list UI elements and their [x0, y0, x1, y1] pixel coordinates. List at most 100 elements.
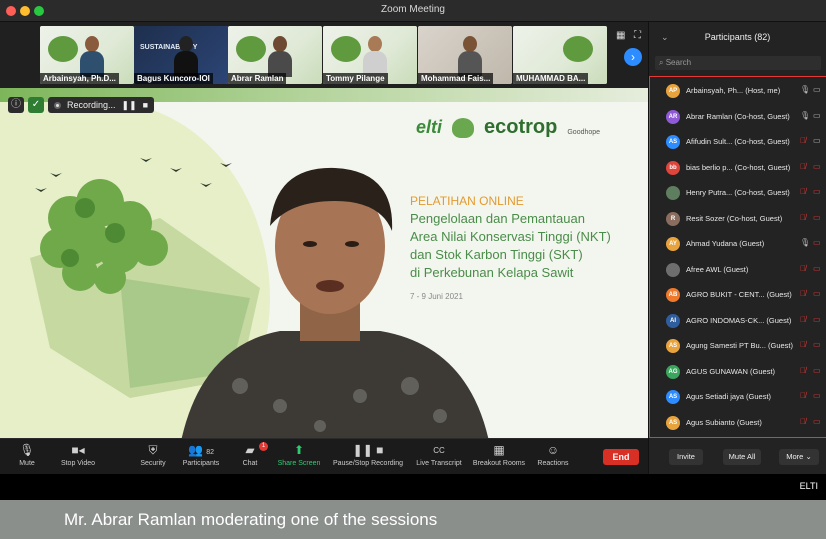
microphone-muted-icon[interactable]: 🎙̸	[800, 213, 806, 222]
microphone-muted-icon[interactable]: 🎙̸	[800, 340, 806, 349]
participants-search-input[interactable]: ⌕ Search	[655, 56, 821, 70]
mute-button[interactable]: 🎙 Mute	[14, 443, 40, 467]
thumbnail-video[interactable]: MUHAMMAD BA...	[513, 26, 607, 84]
participant-row[interactable]: bb bias berlio p... (Co-host, Guest) 🎙̸ ▭	[650, 156, 826, 181]
participant-row[interactable]: AI AGRO INDOMAS-CK... (Guest) 🎙̸ ▭	[650, 309, 826, 334]
participant-row[interactable]: AR Abrar Ramlan (Co-host, Guest) 🎙 ▭	[650, 105, 826, 130]
thumbnail-video[interactable]: Mohammad Fais...	[418, 26, 512, 84]
participants-list: AP Arbainsyah, Ph... (Host, me) 🎙 ▭ AR Abrar …	[649, 76, 826, 438]
window-title: Zoom Meeting	[381, 4, 445, 15]
participant-row[interactable]: Henry Putra... (Co-host, Guest) 🎙̸ ▭	[650, 181, 826, 206]
participants-button[interactable]: 👥 82 Participants	[178, 443, 224, 467]
microphone-muted-icon[interactable]: 🎙̸	[800, 391, 806, 400]
video-off-icon[interactable]: ▭	[813, 162, 821, 171]
video-off-icon[interactable]: ▭	[813, 391, 821, 400]
microphone-muted-icon[interactable]: 🎙̸	[800, 264, 806, 273]
live-transcript-button[interactable]: CC Live Transcript	[412, 443, 466, 467]
participant-name: Afree AWL (Guest)	[686, 264, 749, 274]
video-off-icon[interactable]: ▭	[813, 340, 821, 349]
participant-row[interactable]: Afree AWL (Guest) 🎙̸ ▭	[650, 258, 826, 283]
invite-button[interactable]: Invite	[669, 449, 703, 465]
video-camera-icon[interactable]: ▭	[813, 85, 821, 94]
microphone-muted-icon[interactable]: 🎙̸	[800, 136, 806, 145]
video-camera-icon[interactable]: ▭	[813, 136, 821, 145]
microphone-muted-icon[interactable]: 🎙̸	[800, 289, 806, 298]
mute-all-button[interactable]: Mute All	[723, 449, 761, 465]
shield-icon[interactable]: ✓	[28, 97, 44, 113]
thumbnail-video[interactable]: Arbainsyah, Ph.D...	[40, 26, 134, 84]
microphone-icon[interactable]: 🎙	[800, 238, 810, 247]
recording-indicator: ⓘ ✓ Recording... ❚❚ ■	[8, 96, 155, 114]
participant-name: Agus Setiadi jaya (Guest)	[686, 392, 772, 401]
grid-view-icon[interactable]: ▦	[616, 30, 625, 41]
recording-status: Recording... ❚❚ ■	[48, 97, 155, 113]
microphone-muted-icon[interactable]: 🎙̸	[800, 187, 806, 196]
participant-row[interactable]: AP Arbainsyah, Ph... (Host, me) 🎙 ▭	[650, 79, 826, 104]
avatar: AS	[666, 390, 680, 404]
stop-recording-icon[interactable]: ■	[143, 97, 148, 113]
avatar: AG	[666, 364, 680, 379]
participants-count: 82	[206, 449, 215, 456]
chat-button[interactable]: ▰ 1 Chat	[238, 442, 268, 467]
breakout-rooms-button[interactable]: ▦ Breakout Rooms	[470, 443, 528, 467]
participant-row[interactable]: R Resit Sozer (Co-host, Guest) 🎙̸ ▭	[650, 207, 826, 232]
reactions-button[interactable]: ☺ Reactions	[534, 443, 572, 467]
shield-icon: ⛨	[148, 443, 158, 457]
video-off-icon[interactable]: ▭	[813, 187, 821, 196]
more-button[interactable]: More ⌄	[779, 449, 819, 465]
thumbnail-video[interactable]: Abrar Ramlan	[228, 26, 322, 84]
microphone-muted-icon[interactable]: 🎙̸	[800, 417, 806, 426]
participant-name: AGRO BUKIT - CENT... (Guest)	[686, 290, 792, 299]
video-off-icon[interactable]: ▭	[813, 366, 821, 375]
microphone-muted-icon[interactable]: 🎙̸	[800, 366, 806, 375]
chevron-down-icon[interactable]: ⌄	[661, 32, 669, 43]
microphone-icon[interactable]: 🎙	[800, 85, 810, 94]
video-off-icon[interactable]: ▭	[813, 213, 821, 222]
stop-video-button[interactable]: ■◂ Stop Video	[56, 443, 100, 467]
microphone-icon[interactable]: 🎙	[800, 111, 810, 120]
share-screen-icon: ⬆	[293, 443, 305, 457]
title-bar: Zoom Meeting	[0, 0, 826, 22]
pause-recording-icon[interactable]: ❚❚	[122, 97, 137, 113]
video-off-icon[interactable]: ▭	[813, 238, 821, 247]
watermark-strip: ELTI	[0, 474, 826, 500]
participant-name: Abrar Ramlan (Co-host, Guest)	[686, 111, 790, 121]
thumbnail-name: Mohammad Fais...	[418, 73, 494, 84]
participants-footer: Invite Mute All More ⌄	[649, 446, 826, 468]
microphone-muted-icon[interactable]: 🎙̸	[800, 315, 806, 324]
video-off-icon[interactable]: ▭	[813, 417, 821, 426]
participant-name: Agung Samesti PT Bu... (Guest)	[686, 341, 793, 350]
thumbnail-name: Bagus Kuncoro-IOI	[134, 73, 213, 84]
participant-name: AGUS GUNAWAN (Guest)	[686, 366, 776, 376]
video-camera-icon[interactable]: ▭	[813, 111, 821, 120]
participant-name: Agus Subianto (Guest)	[686, 417, 762, 427]
avatar: AY	[666, 237, 680, 251]
participant-row[interactable]: AY Ahmad Yudana (Guest) 🎙 ▭	[650, 232, 826, 257]
pause-stop-recording-button[interactable]: ❚❚ ■ Pause/Stop Recording	[330, 443, 406, 467]
participant-row[interactable]: AS Agus Subianto (Guest) 🎙̸ ▭	[650, 411, 826, 436]
participant-row[interactable]: AG AGUS GUNAWAN (Guest) 🎙̸ ▭	[650, 360, 826, 385]
info-icon[interactable]: ⓘ	[8, 97, 24, 113]
thumbnail-video[interactable]: Tommy Pilange	[323, 26, 417, 84]
microphone-muted-icon[interactable]: 🎙̸	[800, 162, 806, 171]
elti-logo: elti	[416, 117, 443, 137]
next-page-button[interactable]: ›	[624, 48, 642, 66]
participant-row[interactable]: AS Agus Setiadi jaya (Guest) 🎙̸ ▭	[650, 385, 826, 410]
main-video-stage: ⓘ ✓ Recording... ❚❚ ■ elti ecotrop Goodh…	[0, 88, 648, 438]
thumbnail-video[interactable]: SUSTAINABILITY Bagus Kuncoro-IOI	[134, 26, 228, 84]
participant-name: Afifudin Sult... (Co-host, Guest)	[686, 137, 790, 146]
participant-name: Resit Sozer (Co-host, Guest)	[686, 213, 783, 223]
participant-row[interactable]: AS Agung Samesti PT Bu... (Guest) 🎙̸ ▭	[650, 334, 826, 359]
participant-row[interactable]: AB AGRO BUKIT - CENT... (Guest) 🎙̸ ▭	[650, 283, 826, 308]
end-meeting-button[interactable]: End	[603, 449, 639, 465]
share-screen-button[interactable]: ⬆ Share Screen	[274, 443, 324, 467]
video-off-icon[interactable]: ▭	[813, 289, 821, 298]
participant-row[interactable]: AS Afifudin Sult... (Co-host, Guest) 🎙̸ ▭	[650, 130, 826, 155]
slide-logos: elti ecotrop Goodhope	[416, 116, 600, 139]
fullscreen-icon[interactable]: ⛶	[634, 30, 641, 41]
avatar: AB	[666, 288, 680, 302]
video-off-icon[interactable]: ▭	[813, 315, 821, 324]
security-button[interactable]: ⛨ Security	[136, 443, 170, 467]
avatar: AS	[666, 135, 680, 149]
video-off-icon[interactable]: ▭	[813, 264, 821, 273]
